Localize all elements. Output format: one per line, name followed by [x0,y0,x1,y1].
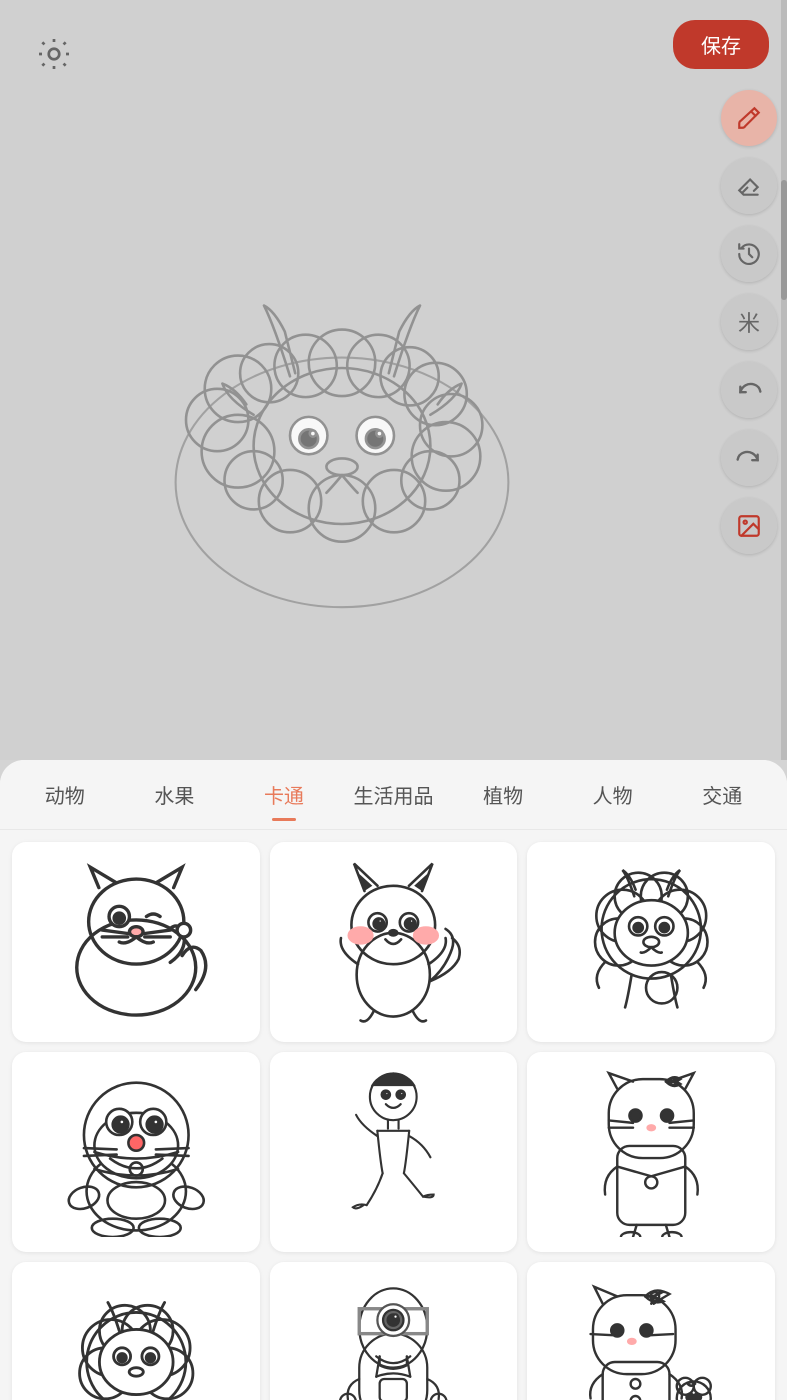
doraemon-sticker-card[interactable] [12,1052,260,1252]
scrollbar-thumb[interactable] [781,180,787,300]
save-button[interactable]: 保存 [673,20,769,69]
hello-kitty-bear-sticker-card[interactable] [527,1262,775,1400]
hello-kitty-sticker-card[interactable] [527,1052,775,1252]
lamb-character-sticker-card[interactable] [527,842,775,1042]
tab-people[interactable]: 人物 [558,770,668,819]
tab-plant[interactable]: 植物 [448,770,558,819]
right-toolbar: 米 [721,90,777,554]
tab-fruit[interactable]: 水果 [120,770,230,819]
canvas-area[interactable]: 保存 [0,0,787,760]
image-tool-button[interactable] [721,498,777,554]
history-tool-button[interactable] [721,226,777,282]
cat-sticker-card[interactable] [12,842,260,1042]
main-drawing [82,220,602,620]
grid-tool-button[interactable]: 米 [721,294,777,350]
settings-button[interactable] [28,28,80,80]
undo-tool-button[interactable] [721,362,777,418]
minion-sticker-card[interactable] [270,1262,518,1400]
lamb-small-sticker-card[interactable] [12,1262,260,1400]
eraser-tool-button[interactable] [721,158,777,214]
pikachu-sticker-card[interactable] [270,842,518,1042]
brush-tool-button[interactable] [721,90,777,146]
tab-daily[interactable]: 生活用品 [339,770,449,819]
tab-animal[interactable]: 动物 [10,770,120,819]
boy-running-sticker-card[interactable] [270,1052,518,1252]
scrollbar[interactable] [781,0,787,760]
category-tabs: 动物 水果 卡通 生活用品 植物 人物 交通 [0,760,787,830]
tab-transport[interactable]: 交通 [667,770,777,819]
bottom-panel: 动物 水果 卡通 生活用品 植物 人物 交通 [0,760,787,1400]
sticker-grid [0,830,787,1400]
tab-cartoon[interactable]: 卡通 [229,770,339,819]
redo-tool-button[interactable] [721,430,777,486]
